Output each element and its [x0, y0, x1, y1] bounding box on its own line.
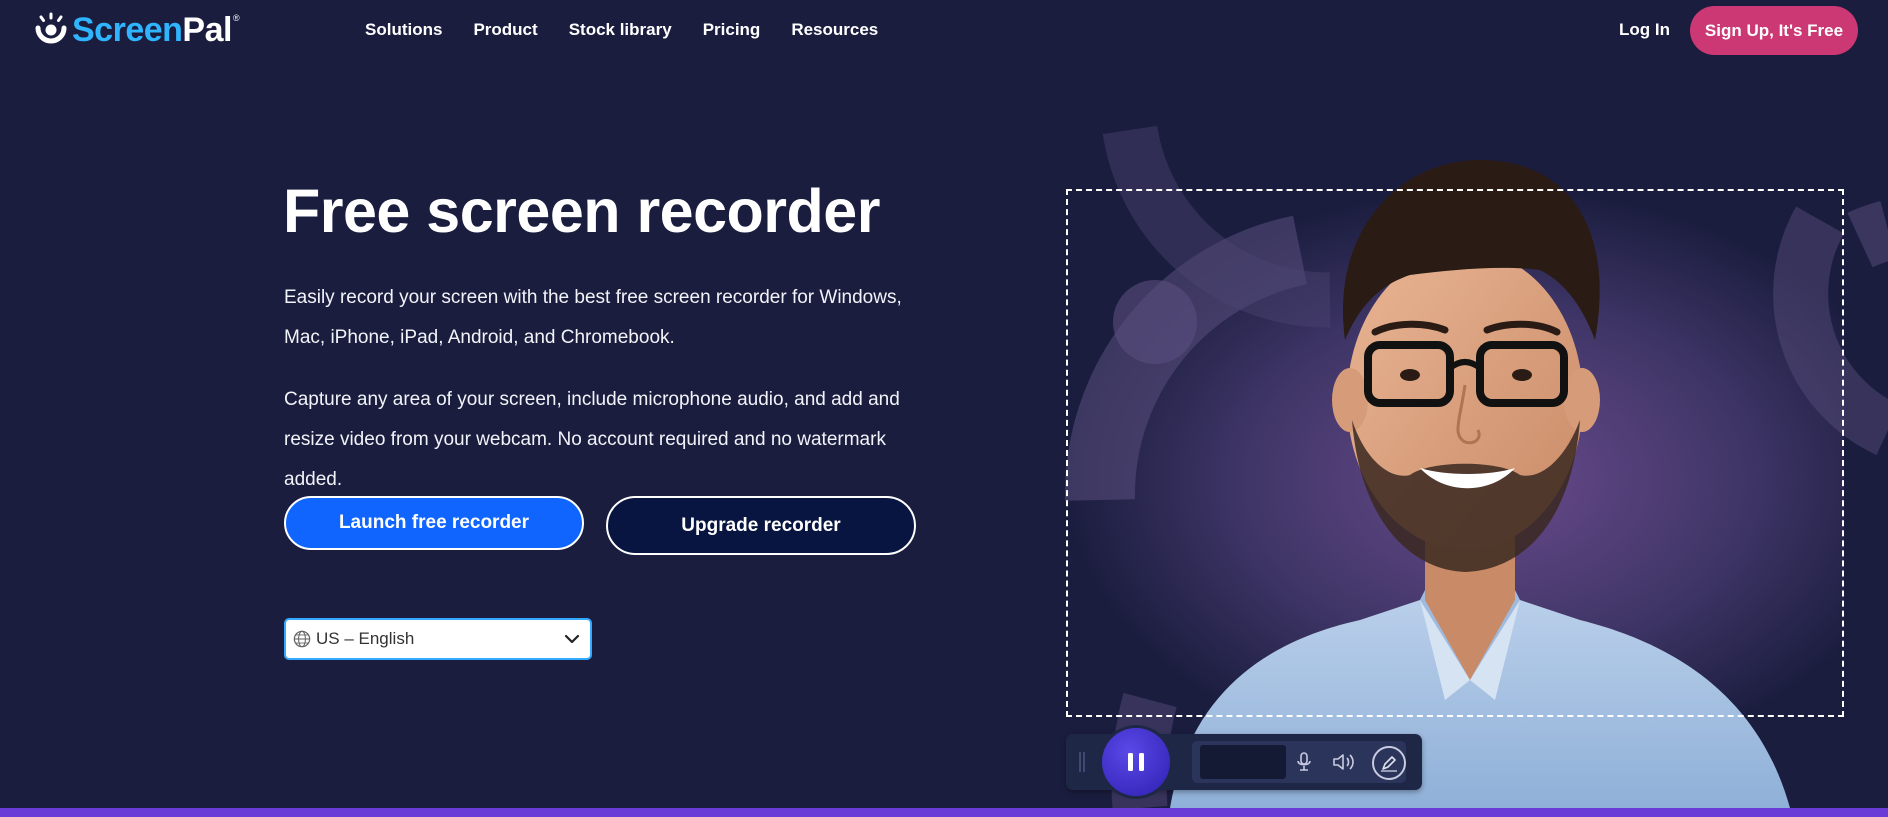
pause-icon — [1128, 753, 1144, 771]
language-selected: US – English — [316, 629, 415, 648]
bottom-accent-bar — [0, 808, 1888, 817]
launch-recorder-button[interactable]: Launch free recorder — [284, 496, 584, 550]
recording-timer — [1200, 745, 1286, 779]
brand-name: ScreenPal — [72, 11, 232, 49]
top-navigation: ScreenPal ® Solutions Product Stock libr… — [0, 0, 1888, 60]
hero-features: Capture any area of your screen, include… — [284, 389, 900, 490]
globe-icon — [293, 630, 311, 648]
drag-handle-icon[interactable] — [1078, 752, 1086, 772]
chevron-down-icon — [564, 634, 580, 644]
page-title: Free screen recorder — [283, 177, 880, 245]
nav-product[interactable]: Product — [473, 18, 537, 42]
microphone-icon[interactable] — [1294, 752, 1314, 772]
login-link[interactable]: Log In — [1619, 18, 1670, 42]
recorder-toolbar — [1066, 728, 1422, 796]
registered-mark: ® — [232, 13, 240, 23]
brand-logo[interactable]: ScreenPal ® — [33, 12, 240, 48]
nav-pricing[interactable]: Pricing — [703, 18, 761, 42]
hero-description: Easily record your screen with the best … — [284, 287, 902, 348]
annotation-button[interactable] — [1372, 746, 1406, 780]
pen-icon — [1381, 756, 1397, 772]
pause-button[interactable] — [1102, 728, 1170, 796]
nav-resources[interactable]: Resources — [791, 18, 878, 42]
language-select[interactable]: US – English — [284, 618, 592, 660]
signup-button[interactable]: Sign Up, It's Free — [1690, 6, 1858, 55]
nav-solutions[interactable]: Solutions — [365, 18, 442, 42]
capture-area-selection[interactable] — [1066, 189, 1844, 717]
upgrade-recorder-button[interactable]: Upgrade recorder — [606, 496, 916, 555]
screenpal-logo-icon — [35, 12, 67, 44]
nav-links: Solutions Product Stock library Pricing … — [365, 18, 909, 42]
nav-stock-library[interactable]: Stock library — [569, 18, 672, 42]
volume-icon[interactable] — [1332, 752, 1356, 772]
